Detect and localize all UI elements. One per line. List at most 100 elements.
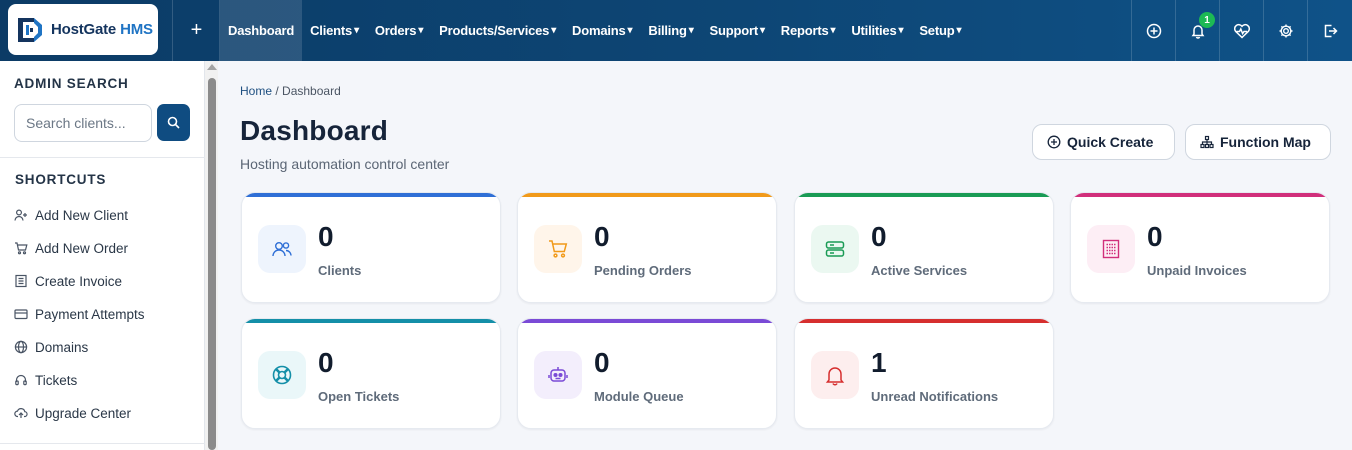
- nav-reports[interactable]: Reports ▾: [773, 0, 844, 61]
- robot-icon: [534, 351, 582, 399]
- bell-icon: [811, 351, 859, 399]
- stat-label: Active Services: [871, 263, 968, 278]
- sidebar: ADMIN SEARCH SHORTCUTS Add New Client Ad…: [0, 61, 205, 450]
- stat-label: Unpaid Invoices: [1147, 263, 1247, 278]
- caret-down-icon: ▾: [627, 25, 633, 36]
- stat-label: Open Tickets: [318, 389, 400, 404]
- settings-button[interactable]: [1263, 0, 1307, 61]
- notifications-button[interactable]: 1: [1175, 0, 1219, 61]
- breadcrumb-home-link[interactable]: Home: [240, 84, 272, 98]
- shortcut-create-invoice[interactable]: Create Invoice: [14, 271, 122, 291]
- sitemap-icon: [1200, 135, 1214, 149]
- headset-icon: [15, 374, 27, 386]
- main-menu: Dashboard Clients ▾ Orders ▾ Products/Service…: [220, 0, 969, 61]
- stat-label: Module Queue: [594, 389, 684, 404]
- search-icon: [167, 116, 180, 129]
- gear-icon: [1279, 24, 1292, 37]
- function-map-button[interactable]: Function Map: [1185, 124, 1331, 160]
- globe-icon: [14, 340, 28, 354]
- shortcut-upgrade-center[interactable]: Upgrade Center: [14, 403, 131, 423]
- invoice-icon: [15, 274, 27, 288]
- stat-card-unread-notifications[interactable]: 1 Unread Notifications: [794, 318, 1054, 429]
- caret-down-icon: ▾: [418, 25, 424, 36]
- quick-add-button[interactable]: [1131, 0, 1175, 61]
- top-navbar: HostGate HMS + Dashboard Clients ▾ Orders ▾ P…: [0, 0, 1352, 61]
- plus-circle-icon: [1146, 23, 1161, 38]
- logout-icon: [1324, 24, 1338, 37]
- breadcrumb-current: Dashboard: [282, 84, 341, 98]
- card-accent-bar: [1071, 193, 1329, 197]
- shortcut-payment-attempts[interactable]: Payment Attempts: [14, 304, 145, 324]
- quick-create-button[interactable]: Quick Create: [1032, 124, 1175, 160]
- credit-card-icon: [14, 309, 28, 320]
- shortcut-tickets[interactable]: Tickets: [14, 370, 77, 390]
- logout-button[interactable]: [1307, 0, 1351, 61]
- shortcut-domains[interactable]: Domains: [14, 337, 88, 357]
- caret-down-icon: ▾: [354, 25, 359, 36]
- shortcuts-title: SHORTCUTS: [15, 172, 107, 187]
- brand-logo[interactable]: HostGate HMS: [8, 4, 158, 55]
- nav-orders[interactable]: Orders ▾: [367, 0, 431, 61]
- client-search-input[interactable]: [14, 104, 152, 142]
- card-accent-bar: [795, 319, 1053, 323]
- stat-value: 0: [871, 221, 887, 252]
- card-accent-bar: [518, 319, 776, 323]
- card-accent-bar: [518, 193, 776, 197]
- plus-circle-icon: [1047, 135, 1061, 149]
- stat-value: 0: [1147, 221, 1163, 252]
- scrollbar-thumb[interactable]: [208, 78, 216, 450]
- user-plus-icon: [14, 209, 27, 221]
- breadcrumb: Home / Dashboard: [240, 84, 341, 98]
- nav-domains[interactable]: Domains ▾: [564, 0, 640, 61]
- add-button[interactable]: +: [174, 0, 219, 61]
- card-accent-bar: [242, 193, 500, 197]
- card-accent-bar: [795, 193, 1053, 197]
- users-icon: [258, 225, 306, 273]
- heartbeat-icon: [1233, 23, 1250, 39]
- cart-icon: [15, 242, 28, 255]
- shortcut-add-new-client[interactable]: Add New Client: [14, 205, 128, 225]
- stat-label: Clients: [318, 263, 362, 278]
- caret-down-icon: ▾: [898, 25, 904, 36]
- stat-card-active-services[interactable]: 0 Active Services: [794, 192, 1054, 303]
- caret-down-icon: ▾: [830, 25, 836, 36]
- cart-icon: [534, 225, 582, 273]
- nav-setup[interactable]: Setup ▾: [911, 0, 969, 61]
- server-icon: [811, 225, 859, 273]
- invoice-icon: [1087, 225, 1135, 273]
- shortcut-add-new-order[interactable]: Add New Order: [14, 238, 128, 258]
- page-title: Dashboard: [240, 115, 389, 146]
- brand-name: HostGate HMS: [51, 21, 153, 38]
- caret-down-icon: ▾: [956, 25, 962, 36]
- nav-products-services[interactable]: Products/Services ▾: [431, 0, 564, 61]
- nav-support[interactable]: Support ▾: [702, 0, 773, 61]
- logo-icon: [18, 17, 42, 42]
- stat-label: Pending Orders: [594, 263, 692, 278]
- nav-clients[interactable]: Clients ▾: [302, 0, 367, 61]
- page-subtitle: Hosting automation control center: [240, 156, 450, 172]
- caret-down-icon: ▾: [688, 25, 694, 36]
- stat-card-unpaid-invoices[interactable]: 0 Unpaid Invoices: [1070, 192, 1330, 303]
- card-accent-bar: [242, 319, 500, 323]
- system-health-button[interactable]: [1219, 0, 1263, 61]
- stat-card-module-queue[interactable]: 0 Module Queue: [517, 318, 777, 429]
- stat-value: 0: [318, 347, 334, 378]
- lifebuoy-icon: [258, 351, 306, 399]
- nav-billing[interactable]: Billing ▾: [640, 0, 701, 61]
- nav-utilities[interactable]: Utilities ▾: [843, 0, 911, 61]
- stat-label: Unread Notifications: [871, 389, 999, 404]
- stat-card-pending-orders[interactable]: 0 Pending Orders: [517, 192, 777, 303]
- notification-badge: 1: [1199, 12, 1215, 28]
- nav-dashboard[interactable]: Dashboard: [220, 0, 303, 61]
- stat-card-clients[interactable]: 0 Clients: [241, 192, 501, 303]
- caret-down-icon: ▾: [759, 25, 765, 36]
- cloud-upload-icon: [14, 408, 28, 418]
- search-button[interactable]: [157, 104, 190, 141]
- caret-down-icon: ▾: [551, 25, 557, 36]
- stat-value: 1: [871, 347, 887, 378]
- stat-card-open-tickets[interactable]: 0 Open Tickets: [241, 318, 501, 429]
- scroll-up-arrow-icon[interactable]: [207, 64, 217, 70]
- stat-value: 0: [318, 221, 334, 252]
- sidebar-scrollbar[interactable]: [205, 61, 218, 450]
- stat-value: 0: [594, 221, 610, 252]
